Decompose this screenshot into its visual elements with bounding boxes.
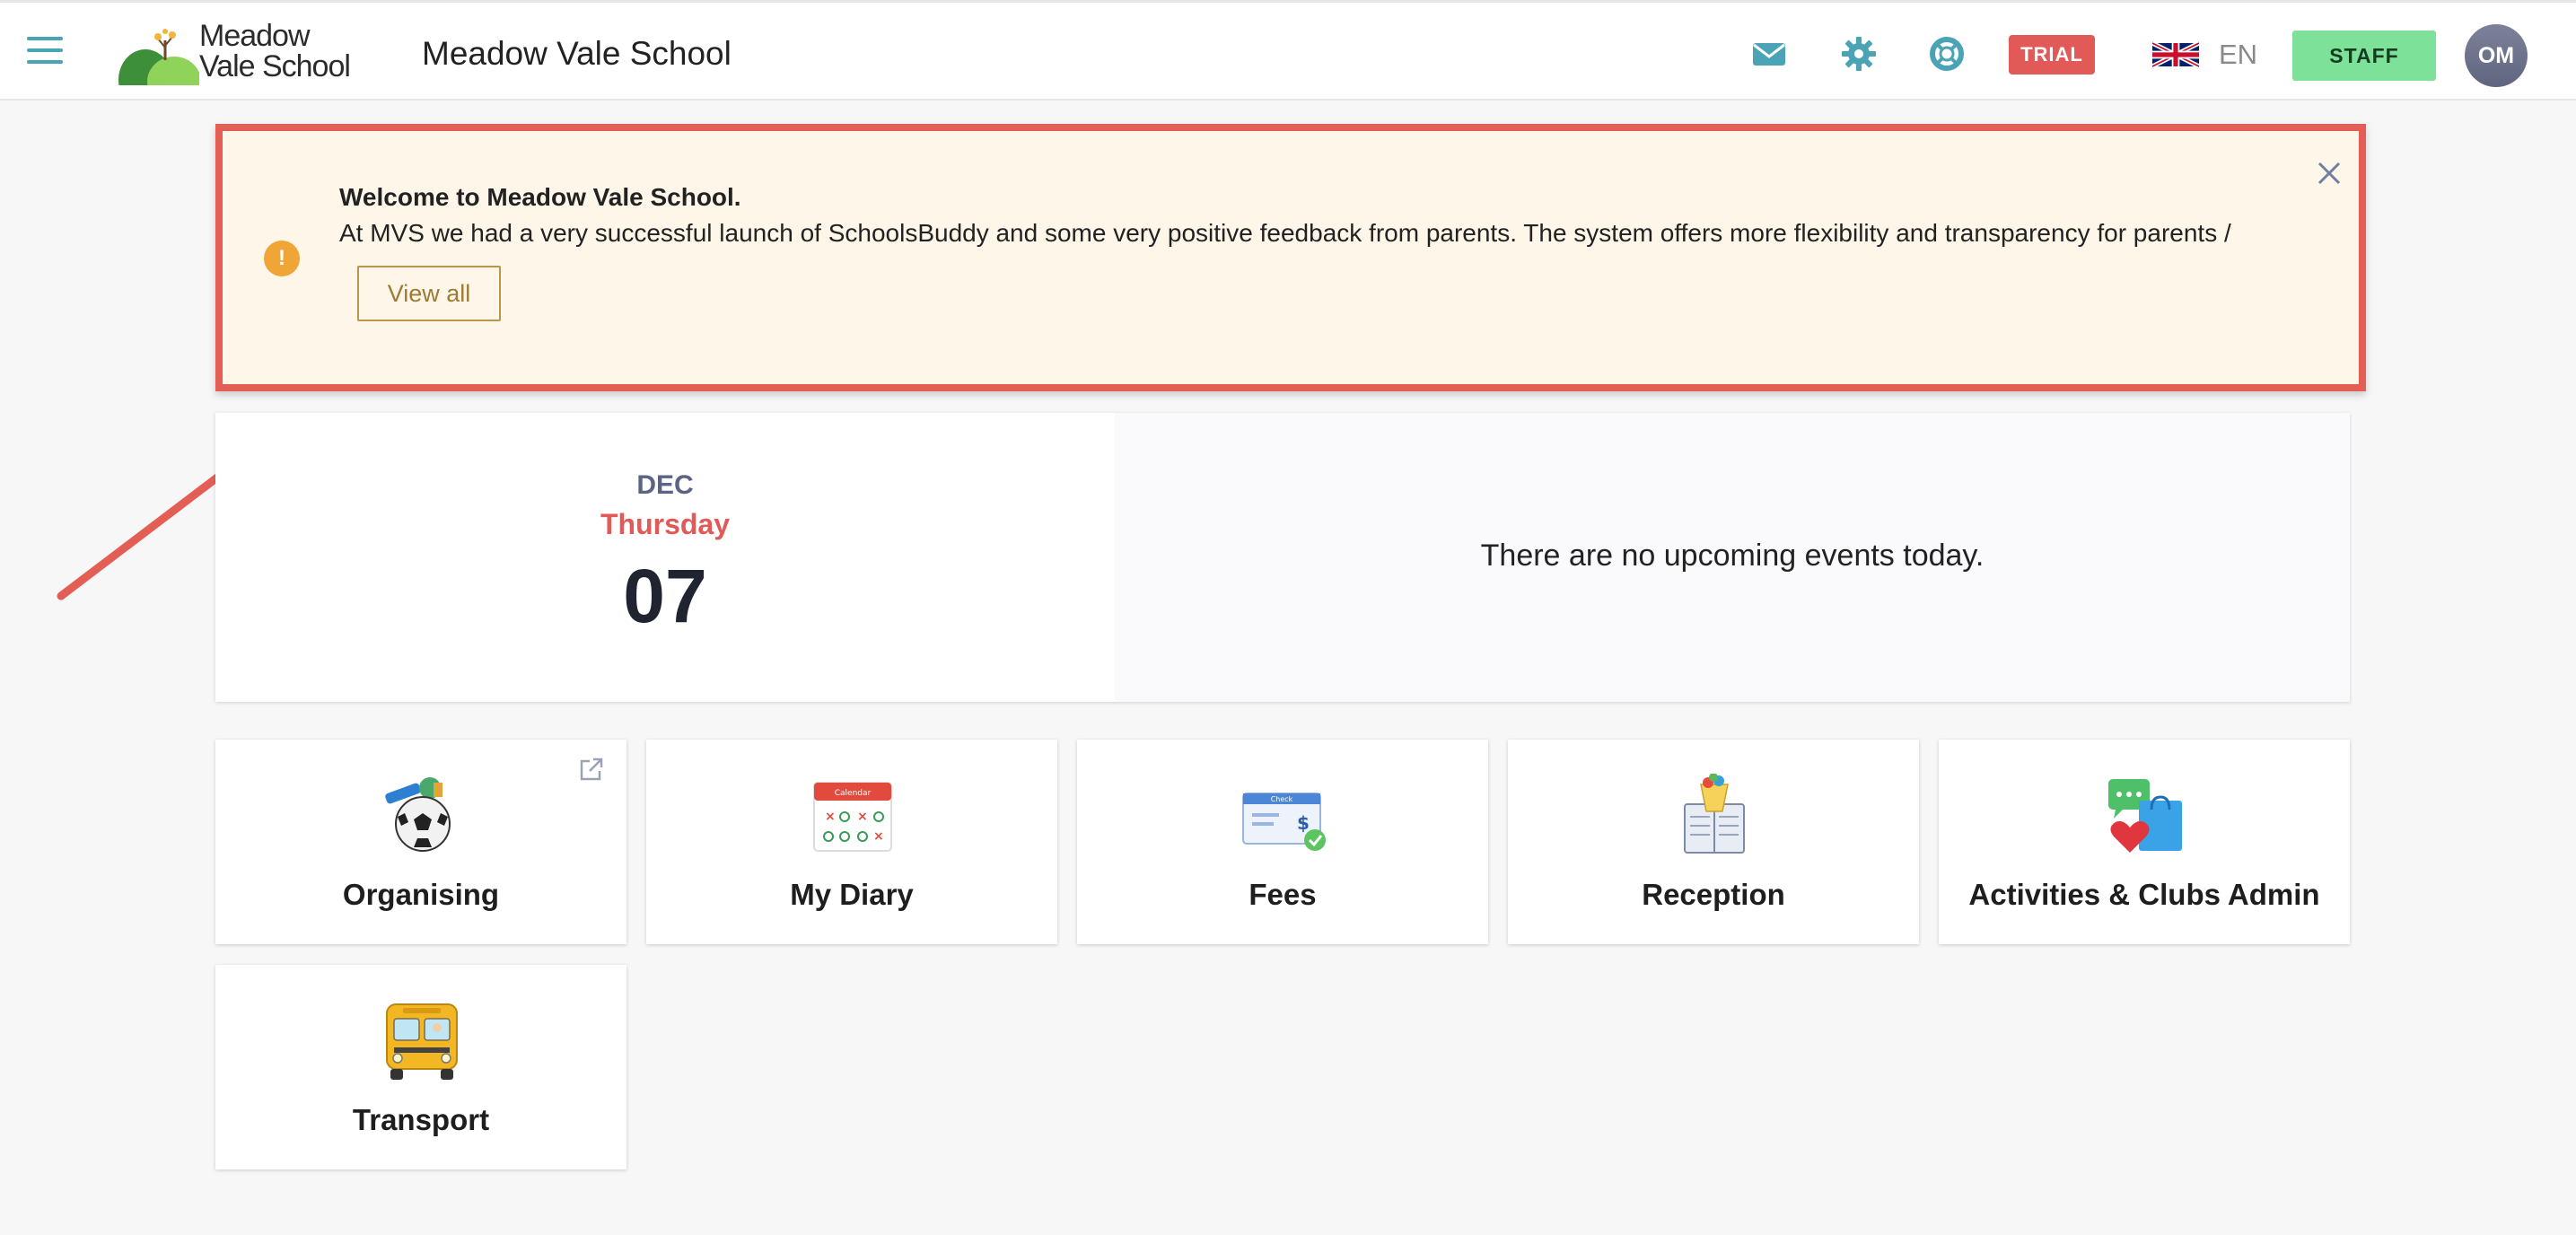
school-logo[interactable]: Meadow Vale School [118,21,352,85]
banner-message: At MVS we had a very successful launch o… [339,219,2231,247]
check-payment-icon: Check $ [1242,793,1326,851]
school-bus-icon [386,1003,458,1080]
date-display: DEC Thursday 07 [215,413,1115,702]
external-link-icon[interactable] [578,756,605,783]
date-weekday: Thursday [600,508,731,540]
tile-label: My Diary [790,878,914,911]
lifebuoy-icon[interactable] [1928,35,1966,73]
tile-my-diary[interactable]: Calendar × × × My Diary [646,740,1057,944]
tile-label: Organising [342,878,500,911]
events-area: There are no upcoming events today. [1115,413,2350,702]
reception-book-icon [1684,774,1745,854]
logo-line-2: Vale School [199,49,351,83]
banner-title: Welcome to Meadow Vale School. [339,183,741,211]
calendar-header-text: Calendar [835,789,872,798]
tile-transport[interactable]: Transport [215,965,626,1169]
date-month: DEC [636,470,694,500]
tile-label: Transport [352,1103,490,1136]
logo-text: Meadow Vale School [199,19,351,83]
gear-icon[interactable] [1840,35,1878,73]
sports-ball-icon [385,777,451,852]
menu-hamburger-icon[interactable] [27,37,63,67]
mark-1: × [825,810,836,824]
staff-role-button[interactable]: STAFF [2292,31,2436,81]
language-code: EN [2219,39,2258,70]
no-events-message: There are no upcoming events today. [1480,539,1985,573]
chat-shopping-icon [2108,779,2182,853]
tile-reception[interactable]: Reception [1508,740,1919,944]
page-title: Meadow Vale School [422,35,732,72]
check-header-text: Check [1271,795,1293,803]
tile-fees[interactable]: Check $ Fees [1077,740,1488,944]
trial-badge[interactable]: TRIAL [2009,35,2095,74]
envelope-icon[interactable] [1750,35,1788,73]
tile-label: Fees [1249,878,1317,911]
welcome-announcement-banner: ! Welcome to Meadow Vale School. At MVS … [215,124,2366,391]
tile-activities-clubs-admin[interactable]: Activities & Clubs Admin [1939,740,2350,944]
tile-label: Reception [1642,878,1785,911]
warning-icon: ! [264,241,300,276]
tile-organising[interactable]: Organising [215,740,626,944]
mark-2: × [857,810,868,824]
uk-flag-icon [2152,41,2199,68]
close-icon[interactable] [2314,158,2344,188]
today-panel: DEC Thursday 07 There are no upcoming ev… [215,413,2350,702]
logo-line-1: Meadow [199,19,311,53]
mark-3: × [873,829,884,844]
view-all-button[interactable]: View all [357,266,501,321]
date-day-number: 07 [623,554,707,638]
logo-hills-icon [118,29,199,85]
top-navigation-bar: Meadow Vale School Meadow Vale School TR… [0,0,2576,101]
tile-label: Activities & Clubs Admin [1968,878,2320,911]
calendar-icon: Calendar × × × [813,782,892,852]
dollar-sign: $ [1297,812,1310,834]
avatar[interactable]: OM [2465,24,2528,87]
language-selector[interactable]: EN [2152,39,2257,71]
